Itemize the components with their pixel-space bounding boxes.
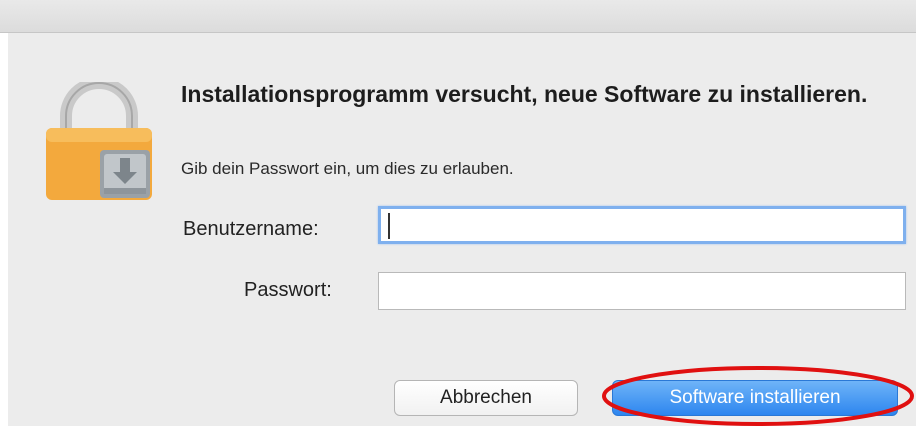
username-field[interactable] [378, 206, 906, 244]
lock-installer-icon [46, 82, 152, 200]
install-software-button[interactable]: Software installieren [612, 380, 898, 416]
dialog-subtitle: Gib dein Passwort ein, um dies zu erlaub… [181, 159, 514, 178]
password-label: Passwort: [244, 279, 332, 301]
username-label: Benutzername: [183, 218, 319, 240]
dialog-title: Installationsprogramm versucht, neue Sof… [181, 81, 868, 107]
text-caret [388, 213, 390, 239]
window-titlebar [0, 0, 916, 33]
password-field[interactable] [378, 272, 906, 310]
cancel-button[interactable]: Abbrechen [394, 380, 578, 416]
